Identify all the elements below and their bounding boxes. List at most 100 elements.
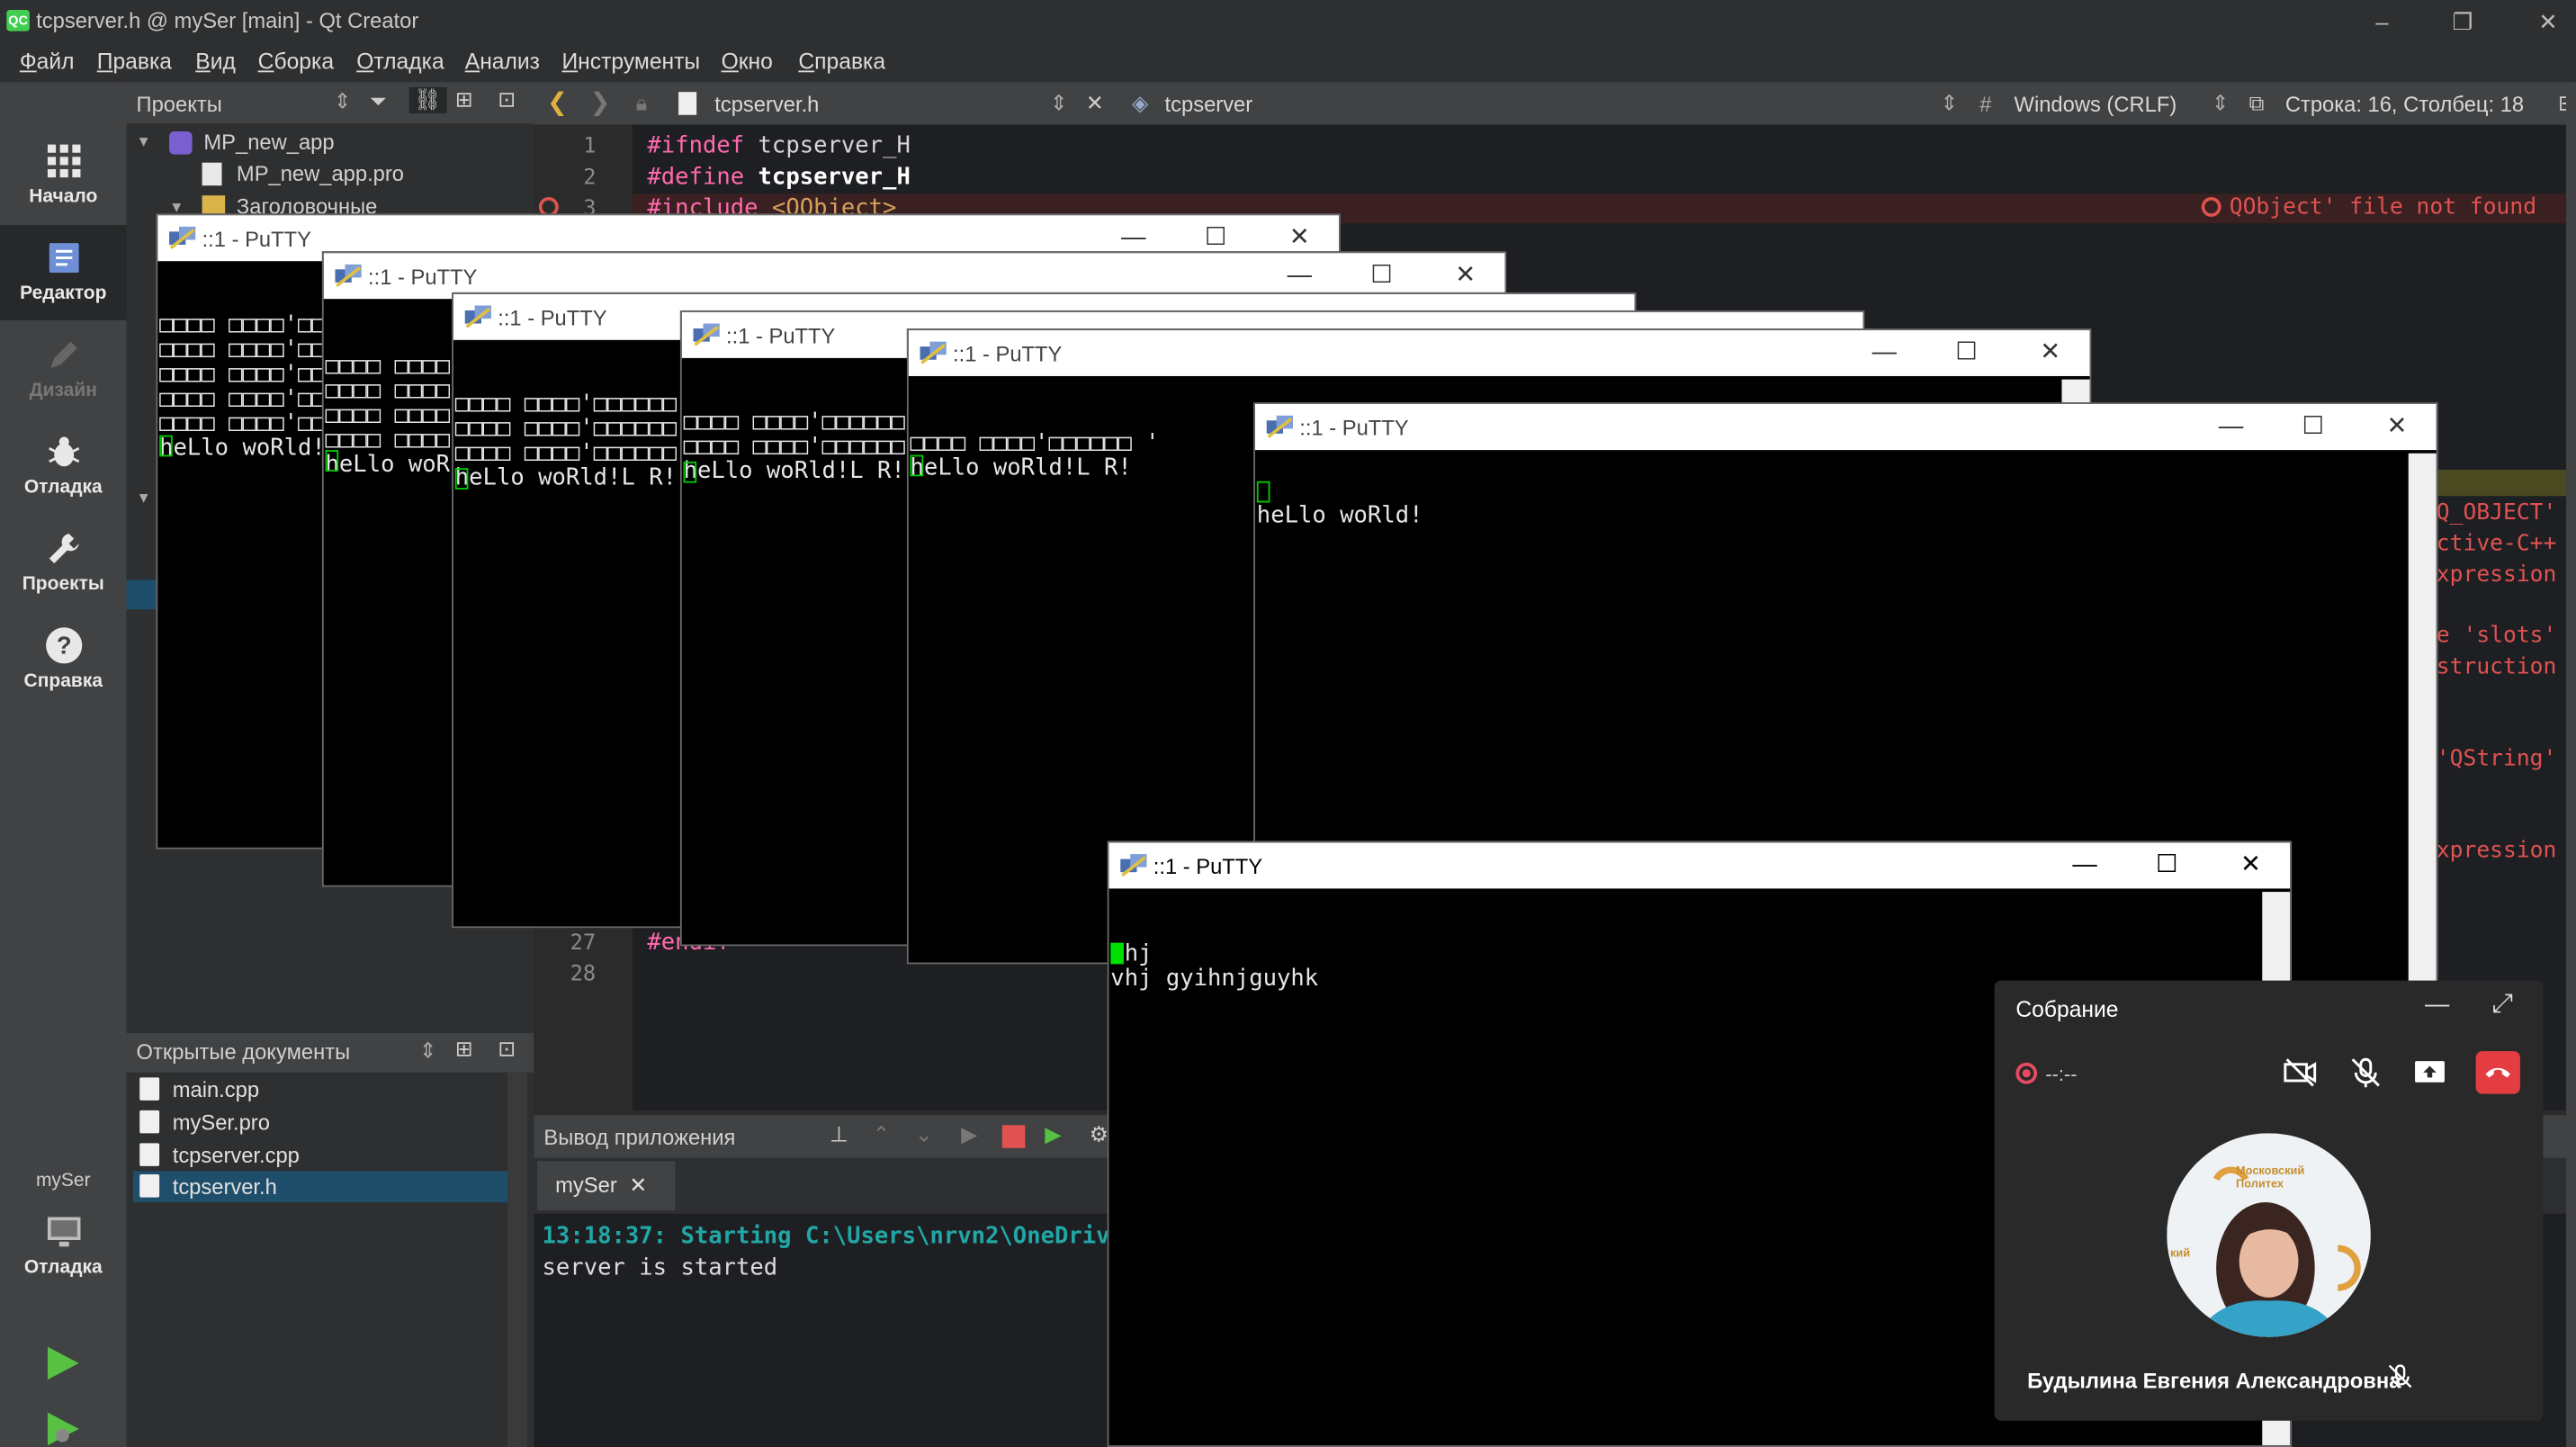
minimize-button[interactable]: — xyxy=(2214,410,2248,444)
cursor-position[interactable]: Строка: 16, Столбец: 18 xyxy=(2285,92,2524,116)
close-button[interactable]: ✕ xyxy=(2381,410,2414,444)
mode-projects[interactable]: Проекты xyxy=(0,516,127,607)
run-icon[interactable]: ▶ xyxy=(961,1122,977,1148)
updown-icon[interactable]: ⇕ xyxy=(419,1038,437,1065)
menu-help[interactable]: Справка xyxy=(798,49,885,74)
debug-run-icon[interactable] xyxy=(42,1409,82,1447)
error-annotation: xpression xyxy=(2436,837,2557,865)
minimize-button[interactable]: — xyxy=(2425,991,2449,1019)
target-selector[interactable]: Отладка xyxy=(0,1199,127,1298)
putty-titlebar[interactable]: ::1 - PuTTY — ☐ ✕ xyxy=(1108,842,2291,889)
menu-analyze[interactable]: Анализ xyxy=(465,49,540,74)
filter-icon[interactable]: ⏷ xyxy=(370,89,387,115)
close-button[interactable]: ✕ xyxy=(1449,259,1482,292)
minimize-button[interactable]: — xyxy=(2069,849,2102,883)
mic-off-icon[interactable] xyxy=(2347,1055,2383,1091)
minimize-button[interactable]: — xyxy=(1117,221,1151,255)
putty-icon xyxy=(693,323,720,346)
hang-up-button[interactable] xyxy=(2475,1051,2520,1094)
pro-file-icon xyxy=(202,162,222,186)
editor-file-name[interactable]: tcpserver.h xyxy=(714,92,819,116)
projects-header-label[interactable]: Проекты xyxy=(137,92,222,116)
mode-help[interactable]: ? Справка xyxy=(0,613,127,705)
putty-titlebar[interactable]: ::1 - PuTTY — ☐ ✕ xyxy=(1254,403,2437,451)
terminal-output: bhj vhj gyihnjguyhk xyxy=(1110,940,1319,993)
menu-window[interactable]: Окно xyxy=(722,49,773,74)
close-tab-icon[interactable]: ✕ xyxy=(629,1161,647,1210)
maximize-button[interactable]: ☐ xyxy=(1365,259,1398,292)
close-button[interactable]: ✕ xyxy=(2532,4,2565,38)
restore-button[interactable]: ❐ xyxy=(2446,4,2480,38)
back-arrow-icon[interactable]: ❮ xyxy=(547,87,568,117)
attach-icon[interactable]: ⊥ xyxy=(830,1122,848,1148)
forward-arrow-icon[interactable]: ❯ xyxy=(589,87,610,117)
menu-edit[interactable]: Правка xyxy=(97,49,172,74)
minimize-button[interactable]: – xyxy=(2365,4,2399,38)
menu-build[interactable]: Сборка xyxy=(258,49,334,74)
minimize-button[interactable]: — xyxy=(1283,259,1316,292)
camera-off-icon[interactable] xyxy=(2282,1055,2318,1091)
list-item[interactable]: mySer.pro xyxy=(133,1107,507,1138)
scrollbar[interactable] xyxy=(2408,453,2437,1037)
warning-highlight xyxy=(2436,470,2576,497)
run-icon[interactable] xyxy=(42,1344,82,1383)
menu-file[interactable]: Файл xyxy=(20,49,75,74)
link-icon[interactable]: ⛓ xyxy=(408,86,446,113)
menu-tools[interactable]: Инструменты xyxy=(561,49,700,74)
updown-icon[interactable]: ⇕ xyxy=(1940,90,1958,116)
selection-marker xyxy=(126,580,157,610)
close-button[interactable]: ✕ xyxy=(2234,849,2267,883)
maximize-button[interactable]: ☐ xyxy=(2297,410,2330,444)
close-button[interactable]: ✕ xyxy=(1283,221,1316,255)
error-annotation: ctive-C++ xyxy=(2436,530,2557,557)
putty-titlebar[interactable]: ::1 - PuTTY — ☐ ✕ xyxy=(908,329,2090,376)
close-document-icon[interactable]: ✕ xyxy=(1086,90,1104,116)
share-screen-icon[interactable] xyxy=(2411,1055,2447,1091)
logo-text-fragment: кий xyxy=(2170,1248,2191,1260)
mode-design[interactable]: Дизайн xyxy=(0,322,127,414)
symbol-selector[interactable]: tcpserver xyxy=(1165,92,1253,116)
output-line: 13:18:37: Starting C:\Users\nrvn2\OneDri… xyxy=(542,1223,1124,1250)
maximize-button[interactable]: ☐ xyxy=(2150,849,2184,883)
output-tab[interactable]: mySer ✕ xyxy=(537,1161,676,1211)
expand-arrow-icon[interactable]: ▼ xyxy=(137,490,151,506)
line-ending-selector[interactable]: Windows (CRLF) xyxy=(2015,92,2177,116)
logo-text: Московский Политех xyxy=(2236,1165,2305,1191)
putty-icon xyxy=(1266,415,1293,438)
split-icon[interactable]: ⊞ xyxy=(455,1037,473,1063)
updown-icon[interactable]: ⇕ xyxy=(1050,90,1068,116)
scrollbar[interactable] xyxy=(507,1072,528,1447)
list-item-selected[interactable]: tcpserver.h xyxy=(132,1171,508,1203)
expand-arrow-icon[interactable]: ▼ xyxy=(137,133,151,149)
close-button[interactable]: ✕ xyxy=(2033,337,2067,370)
header-file-icon xyxy=(678,92,697,115)
rerun-icon[interactable]: ▶ xyxy=(1045,1122,1061,1148)
mode-edit[interactable]: Редактор xyxy=(0,225,127,320)
list-item[interactable]: tcpserver.cpp xyxy=(133,1140,507,1172)
menu-view[interactable]: Вид xyxy=(195,49,236,74)
maximize-button[interactable]: ☐ xyxy=(1950,337,1983,370)
expand-icon[interactable]: ⤢ xyxy=(2492,991,2513,1020)
stop-icon[interactable] xyxy=(1001,1125,1026,1148)
up-icon[interactable]: ⌃ xyxy=(873,1122,891,1148)
line-ending-prefix: # xyxy=(1979,92,1992,117)
updown-icon[interactable]: ⇕ xyxy=(334,89,352,115)
error-annotation: xpression xyxy=(2436,562,2557,589)
list-item[interactable]: main.cpp xyxy=(133,1074,507,1106)
menu-debug[interactable]: Отладка xyxy=(356,49,444,74)
tree-item-project[interactable]: MP_new_app xyxy=(203,130,334,154)
close-panel-icon[interactable]: ⊡ xyxy=(498,1037,516,1063)
maximize-button[interactable]: ☐ xyxy=(1199,221,1233,255)
updown-icon[interactable]: ⇕ xyxy=(2212,90,2230,116)
split-icon[interactable]: ⊞ xyxy=(455,87,473,113)
mode-debug[interactable]: Отладка xyxy=(0,418,127,510)
tree-item-pro[interactable]: MP_new_app.pro xyxy=(237,161,404,185)
close-panel-icon[interactable]: ⊡ xyxy=(498,87,516,113)
down-icon[interactable]: ⌄ xyxy=(915,1122,933,1148)
mode-welcome[interactable]: Начало xyxy=(0,128,127,220)
open-documents-label[interactable]: Открытые документы xyxy=(137,1039,351,1064)
minimize-button[interactable]: — xyxy=(1868,337,1901,370)
edit-icon xyxy=(48,243,78,273)
meeting-window[interactable]: Собрание — ⤢ --:-- Московский Политех ки… xyxy=(1994,980,2544,1421)
gear-icon[interactable]: ⚙ xyxy=(1090,1122,1108,1148)
